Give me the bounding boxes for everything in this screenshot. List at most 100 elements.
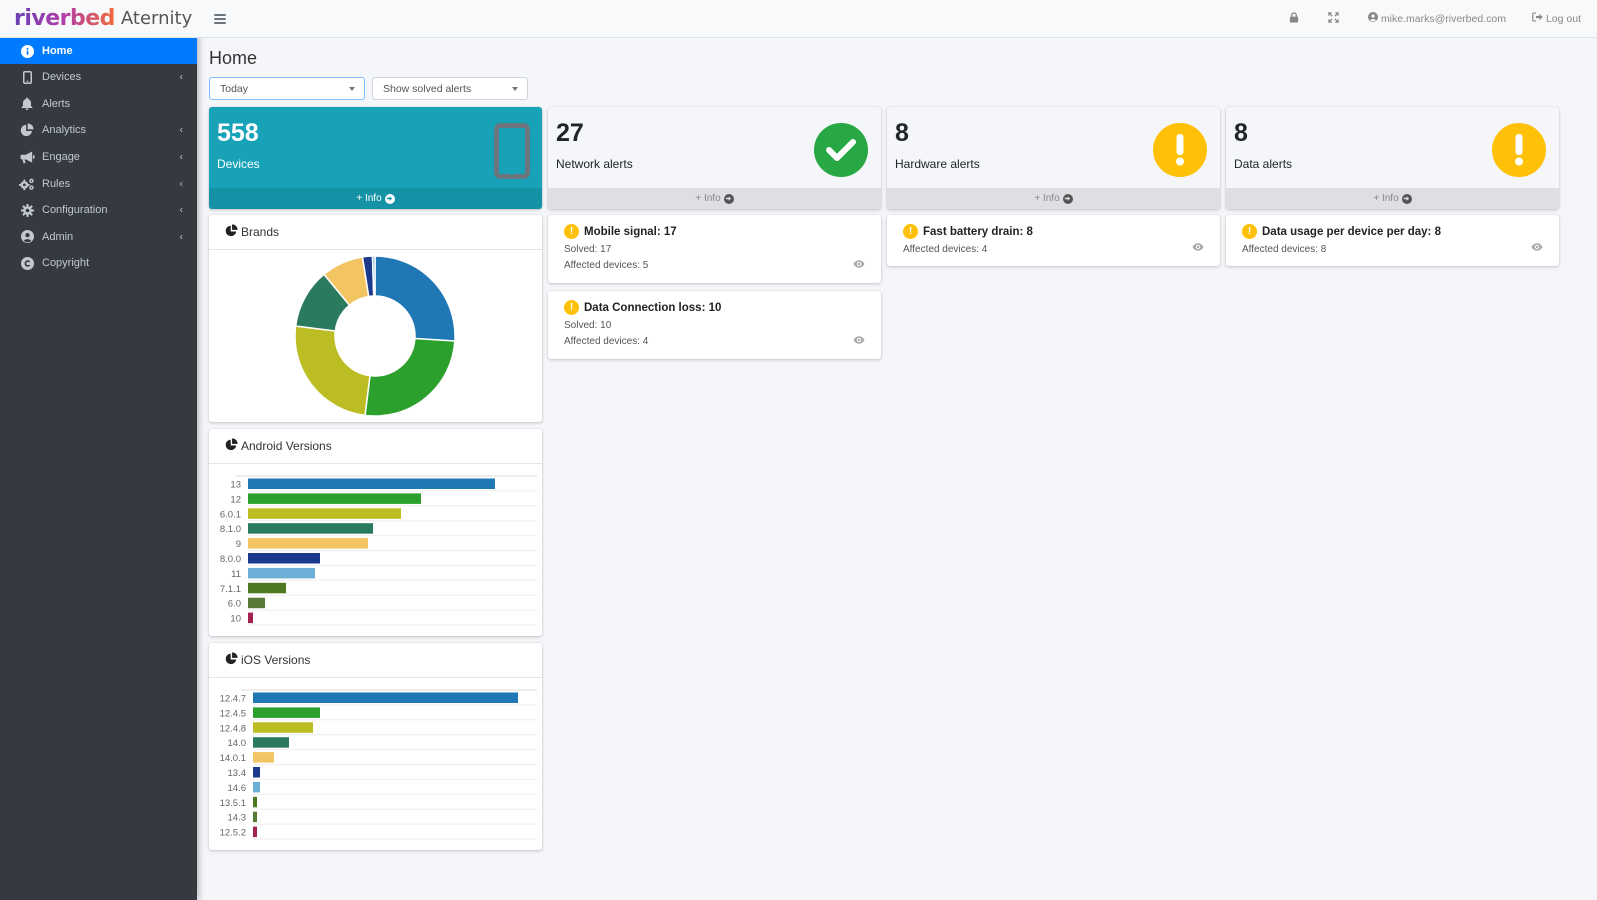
product-name: Aternity	[120, 8, 193, 29]
bar[interactable]	[253, 692, 518, 704]
bar[interactable]	[253, 737, 289, 748]
eye-icon[interactable]	[1531, 242, 1543, 254]
bar[interactable]	[248, 478, 495, 490]
hardware-alerts-info-link[interactable]: + Info	[887, 188, 1220, 209]
brand-logo[interactable]: riverbed Aternity	[0, 0, 197, 38]
alert-solved: Solved: 10	[564, 320, 612, 331]
data-alerts-info-link[interactable]: + Info	[1226, 188, 1559, 209]
sidebar-item-home[interactable]: Home	[0, 38, 197, 64]
data-alerts-label: Data alerts	[1234, 157, 1293, 171]
period-select[interactable]: Today	[209, 77, 365, 100]
bar[interactable]	[253, 781, 260, 793]
user-circle-icon	[19, 230, 35, 244]
bar[interactable]	[248, 493, 421, 504]
alert-title: Fast battery drain: 8	[923, 225, 1033, 238]
sidebar-item-copyright[interactable]: Copyright	[0, 250, 197, 277]
copyright-icon	[19, 256, 35, 270]
sidebar-item-analytics[interactable]: Analytics ‹	[0, 117, 197, 144]
bar[interactable]	[248, 582, 286, 594]
caret-down-icon	[512, 87, 518, 91]
lock-icon	[1289, 11, 1302, 26]
menu-toggle-icon[interactable]	[214, 13, 226, 24]
bar[interactable]	[253, 707, 320, 718]
warning-icon: !	[564, 300, 579, 315]
sidebar-item-label: Admin	[42, 230, 74, 243]
arrow-circle-right-icon	[1062, 193, 1073, 204]
donut-slice[interactable]	[374, 255, 456, 342]
user-email: mike.marks@riverbed.com	[1380, 12, 1506, 25]
eye-icon[interactable]	[853, 335, 865, 347]
bar-tick-label: 13.5.1	[220, 798, 246, 809]
bar[interactable]	[253, 752, 274, 763]
devices-label: Devices	[217, 157, 260, 171]
check-circle-icon	[814, 123, 868, 177]
fullscreen-button[interactable]	[1328, 11, 1342, 26]
arrow-circle-right-icon	[1401, 193, 1412, 204]
donut-slice[interactable]	[371, 255, 376, 297]
bar[interactable]	[253, 826, 257, 838]
exclamation-circle-icon	[1153, 123, 1207, 177]
top-navbar: mike.marks@riverbed.com Log out	[197, 0, 1597, 38]
bar[interactable]	[248, 612, 253, 624]
bar[interactable]	[248, 567, 315, 579]
network-alerts-info-link[interactable]: + Info	[548, 188, 881, 209]
bar[interactable]	[248, 553, 320, 564]
sidebar-item-label: Analytics	[42, 124, 87, 137]
bar[interactable]	[253, 811, 257, 823]
bar[interactable]	[253, 796, 257, 808]
alert-title: Data usage per device per day: 8	[1262, 225, 1441, 238]
bar-tick-label: 14.3	[228, 813, 247, 824]
sidebar-item-admin[interactable]: Admin ‹	[0, 224, 197, 251]
sidebar-item-configuration[interactable]: Configuration ‹	[0, 197, 197, 224]
alert-affected: Affected devices: 4	[564, 336, 649, 347]
brands-card-title: Brands	[241, 225, 280, 239]
alert-card-fast-battery-drain[interactable]: ! Fast battery drain: 8 Affected devices:…	[887, 215, 1220, 266]
sidebar-item-rules[interactable]: Rules ‹	[0, 170, 197, 197]
alert-card-data-connection-loss[interactable]: ! Data Connection loss: 10 Solved: 10 Aff…	[548, 291, 881, 359]
sign-out-icon	[1532, 12, 1546, 25]
bar[interactable]	[248, 508, 401, 519]
pie-chart-icon	[225, 438, 241, 454]
sidebar-item-engage[interactable]: Engage ‹	[0, 144, 197, 171]
info-circle-icon	[19, 44, 35, 58]
brands-card-header: Brands	[209, 215, 542, 250]
devices-info-link[interactable]: + Info	[209, 188, 542, 209]
bar[interactable]	[248, 597, 265, 609]
alert-title: Data Connection loss: 10	[584, 301, 722, 314]
sidebar-nav: Home Devices ‹ Alerts Analytics ‹ Engage…	[0, 38, 197, 277]
bar-tick-label: 14.0.1	[220, 753, 246, 764]
bar-tick-label: 9	[236, 539, 241, 550]
pie-chart-icon	[19, 123, 35, 137]
ios-versions-card-title: iOS Versions	[241, 653, 311, 667]
donut-slice[interactable]	[364, 337, 456, 417]
sidebar-item-devices[interactable]: Devices ‹	[0, 64, 197, 91]
android-versions-card: Android Versions 13 12 6.0.1 8.1.0 9 8.0.0 11 7…	[209, 429, 542, 636]
devices-count: 558	[217, 119, 259, 147]
alert-card-mobile-signal[interactable]: ! Mobile signal: 17 Solved: 17 Affected d…	[548, 215, 881, 283]
bar[interactable]	[253, 722, 313, 733]
lock-button[interactable]	[1289, 11, 1302, 26]
bar[interactable]	[253, 767, 260, 778]
alert-title: Mobile signal: 17	[584, 225, 677, 238]
info-link-label: + Info	[1373, 193, 1399, 204]
network-alerts-count: 27	[556, 119, 584, 147]
arrow-circle-right-icon	[384, 193, 395, 204]
bar-tick-label: 8.1.0	[220, 524, 241, 535]
bar-tick-label: 14.0	[228, 738, 247, 749]
sidebar-item-alerts[interactable]: Alerts	[0, 91, 197, 118]
hardware-alerts-count: 8	[895, 119, 909, 147]
eye-icon[interactable]	[1192, 242, 1204, 254]
eye-icon[interactable]	[853, 259, 865, 271]
devices-summary-box: 558 Devices + Info	[209, 107, 542, 209]
exclamation-circle-icon	[1492, 123, 1546, 177]
bar[interactable]	[248, 523, 373, 534]
ios-versions-card-header: iOS Versions	[209, 643, 542, 678]
sidebar-item-label: Configuration	[42, 204, 108, 217]
donut-slice[interactable]	[294, 325, 371, 417]
user-menu[interactable]: mike.marks@riverbed.com	[1367, 12, 1506, 25]
solved-alerts-select[interactable]: Show solved alerts	[372, 77, 528, 100]
logout-button[interactable]: Log out	[1532, 12, 1581, 25]
bar[interactable]	[248, 538, 368, 549]
pie-chart-icon	[225, 224, 241, 240]
alert-card-data-usage[interactable]: ! Data usage per device per day: 8 Affect…	[1226, 215, 1559, 266]
